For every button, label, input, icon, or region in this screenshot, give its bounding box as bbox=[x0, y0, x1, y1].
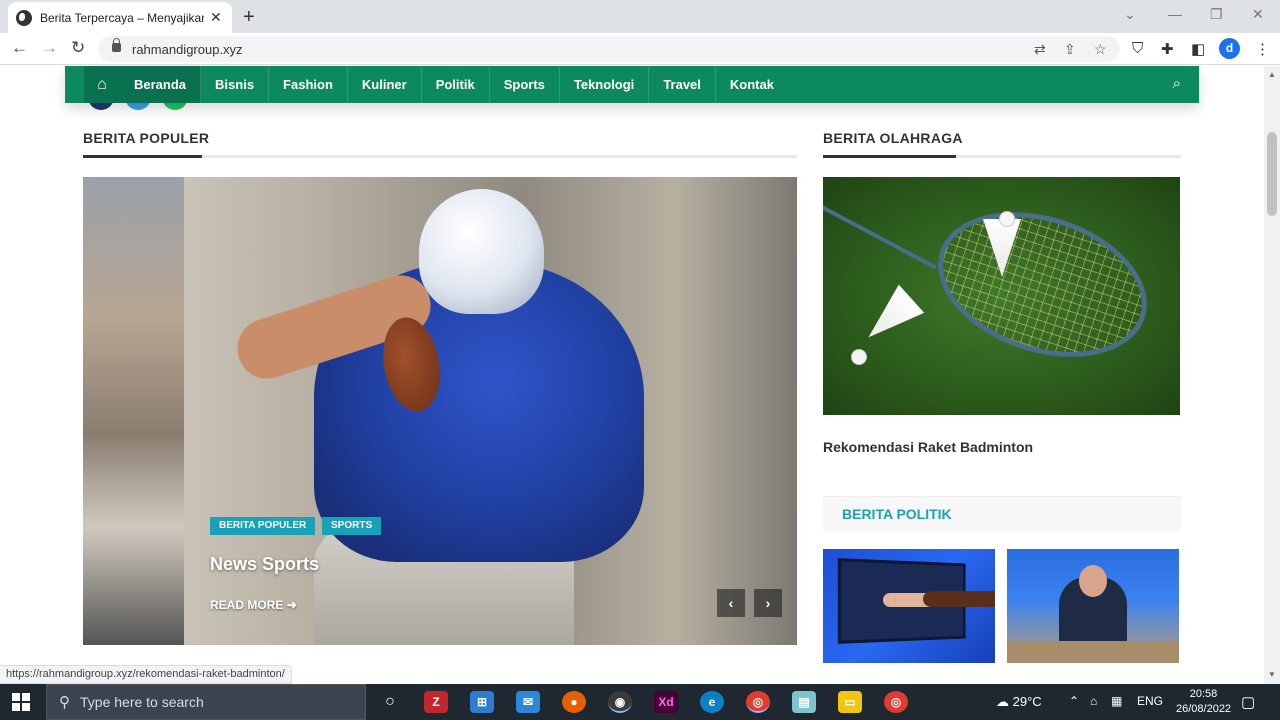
weather-widget[interactable]: ☁ 29°C bbox=[996, 694, 1042, 710]
mail-icon[interactable]: ✉ bbox=[516, 691, 540, 713]
menu-kebab-icon[interactable]: ⋮ bbox=[1255, 40, 1270, 58]
back-icon[interactable]: ← bbox=[11, 38, 28, 58]
nav-item-politik[interactable]: Politik bbox=[422, 66, 490, 103]
slide-image-previous bbox=[83, 177, 184, 645]
read-more-link[interactable]: READ MORE ➜ bbox=[210, 598, 297, 612]
chrome-profile-icon[interactable]: ◎ bbox=[884, 691, 908, 713]
section-title-olahraga: BERITA OLAHRAGA bbox=[823, 130, 963, 146]
notepad-icon[interactable]: ▤ bbox=[792, 691, 816, 713]
badminton-image[interactable] bbox=[823, 177, 1180, 415]
forward-icon[interactable]: → bbox=[41, 38, 58, 58]
cloud-icon: ☁ bbox=[996, 694, 1009, 709]
clock-time: 20:58 bbox=[1189, 688, 1218, 700]
minimize-icon[interactable]: — bbox=[1168, 6, 1182, 22]
clock-date: 26/08/2022 bbox=[1176, 703, 1232, 715]
taskbar-search-placeholder: Type here to search bbox=[80, 694, 204, 710]
adobe-xd-icon[interactable]: Xd bbox=[654, 691, 678, 713]
tab-search-icon[interactable]: ⌄ bbox=[1124, 6, 1136, 23]
nav-item-bisnis[interactable]: Bisnis bbox=[201, 66, 270, 103]
extension-shield-icon[interactable]: ⛉ bbox=[1132, 40, 1143, 57]
search-icon[interactable]: ⌕ bbox=[1173, 75, 1181, 92]
web-page: ⌂ Beranda Bisnis Fashion Kuliner Politik… bbox=[0, 66, 1264, 684]
nav-item-sports[interactable]: Sports bbox=[490, 66, 560, 103]
close-tab-icon[interactable]: ✕ bbox=[210, 9, 222, 26]
browser-tab-bar: Berita Terpercaya – Menyajikan b ✕ + ⌄ —… bbox=[0, 0, 1280, 33]
side-panel-icon[interactable]: ◧ bbox=[1191, 40, 1205, 58]
nav-home-button[interactable]: ⌂ bbox=[84, 66, 120, 103]
restore-icon[interactable]: ❐ bbox=[1210, 6, 1223, 23]
scroll-down-icon[interactable]: ▼ bbox=[1268, 670, 1276, 679]
browser-toolbar: ← → ↻ rahmandigroup.xyz ⇄ ⇪ ☆ ⛉ ✚ ◧ d ⋮ bbox=[0, 33, 1280, 65]
taskbar-clock[interactable]: 20:58 26/08/2022 bbox=[1176, 687, 1231, 717]
nav-item-teknologi[interactable]: Teknologi bbox=[560, 66, 650, 103]
nav-item-beranda[interactable]: Beranda bbox=[120, 66, 202, 103]
tag-sports[interactable]: SPORTS bbox=[322, 517, 382, 535]
tag-berita-populer[interactable]: BERITA POPULER bbox=[210, 517, 316, 535]
profile-avatar[interactable]: d bbox=[1219, 38, 1240, 59]
browser-tab[interactable]: Berita Terpercaya – Menyajikan b ✕ bbox=[8, 2, 232, 33]
obs-icon[interactable]: ◉ bbox=[608, 691, 632, 713]
read-more-label: READ MORE bbox=[210, 598, 284, 612]
address-bar[interactable]: rahmandigroup.xyz ⇄ ⇪ ☆ bbox=[98, 36, 1120, 62]
notification-icon[interactable]: ▢ bbox=[1241, 693, 1255, 711]
section-title-populer: BERITA POPULER bbox=[83, 130, 210, 146]
meet-now-icon[interactable]: ⌂ bbox=[1090, 694, 1097, 708]
reload-icon[interactable]: ↻ bbox=[71, 38, 85, 58]
lock-icon[interactable] bbox=[112, 38, 121, 52]
network-icon[interactable]: ▦ bbox=[1111, 694, 1122, 708]
firefox-icon[interactable]: ● bbox=[562, 691, 586, 713]
slider-next-button[interactable]: › bbox=[754, 589, 782, 617]
share-icon[interactable]: ⇪ bbox=[1064, 41, 1076, 58]
politik-section-header: BERITA POLITIK bbox=[823, 496, 1181, 531]
search-icon: ⚲ bbox=[59, 694, 70, 711]
filezilla-icon[interactable]: Z bbox=[424, 691, 448, 713]
news-slider[interactable]: BERITA POPULER SPORTS News Sports READ M… bbox=[83, 177, 797, 645]
translate-icon[interactable]: ⇄ bbox=[1034, 41, 1046, 58]
article-title-badminton[interactable]: Rekomendasi Raket Badminton bbox=[823, 439, 1033, 455]
page-scrollbar[interactable]: ▲ ▼ bbox=[1264, 66, 1280, 684]
arrow-right-icon: ➜ bbox=[286, 598, 297, 612]
tray-chevron-up-icon[interactable]: ⌃ bbox=[1069, 694, 1079, 708]
link-status-bar: https://rahmandigroup.xyz/rekomendasi-ra… bbox=[0, 665, 292, 684]
close-window-icon[interactable]: ✕ bbox=[1252, 6, 1264, 23]
windows-taskbar: ⚲ Type here to search ○ Z ⊞ ✉ ● ◉ Xd e ◎… bbox=[0, 684, 1280, 720]
section-divider bbox=[823, 155, 1181, 158]
slider-prev-button[interactable]: ‹ bbox=[717, 589, 745, 617]
taskbar-search-box[interactable]: ⚲ Type here to search bbox=[46, 684, 366, 720]
nav-item-fashion[interactable]: Fashion bbox=[269, 66, 348, 103]
home-icon: ⌂ bbox=[97, 75, 107, 93]
temperature: 29°C bbox=[1012, 694, 1042, 709]
bookmark-star-icon[interactable]: ☆ bbox=[1094, 41, 1107, 58]
nav-item-kuliner[interactable]: Kuliner bbox=[348, 66, 422, 103]
language-indicator[interactable]: ENG bbox=[1137, 694, 1163, 708]
chrome-icon[interactable]: ◎ bbox=[746, 691, 770, 713]
tab-title: Berita Terpercaya – Menyajikan b bbox=[40, 10, 204, 25]
scroll-up-icon[interactable]: ▲ bbox=[1268, 70, 1276, 79]
scrollbar-thumb[interactable] bbox=[1267, 132, 1277, 216]
main-navigation: ⌂ Beranda Bisnis Fashion Kuliner Politik… bbox=[65, 66, 1199, 103]
nav-item-travel[interactable]: Travel bbox=[649, 66, 716, 103]
section-divider bbox=[83, 155, 797, 158]
extensions-puzzle-icon[interactable]: ✚ bbox=[1161, 40, 1174, 58]
site-favicon-icon bbox=[16, 9, 32, 26]
nav-item-kontak[interactable]: Kontak bbox=[716, 66, 788, 103]
windows-start-icon[interactable] bbox=[12, 693, 30, 711]
file-explorer-icon[interactable]: ▭ bbox=[838, 691, 862, 713]
section-title-politik: BERITA POLITIK bbox=[842, 506, 952, 522]
address-url[interactable]: rahmandigroup.xyz bbox=[132, 42, 243, 57]
edge-icon[interactable]: e bbox=[700, 691, 724, 713]
new-tab-button[interactable]: + bbox=[243, 6, 255, 29]
politik-image-speaker[interactable] bbox=[1007, 549, 1179, 663]
store-icon[interactable]: ⊞ bbox=[470, 691, 494, 713]
slide-title[interactable]: News Sports bbox=[210, 554, 319, 575]
politik-image-handshake[interactable] bbox=[823, 549, 995, 663]
cortana-icon[interactable]: ○ bbox=[378, 691, 402, 713]
